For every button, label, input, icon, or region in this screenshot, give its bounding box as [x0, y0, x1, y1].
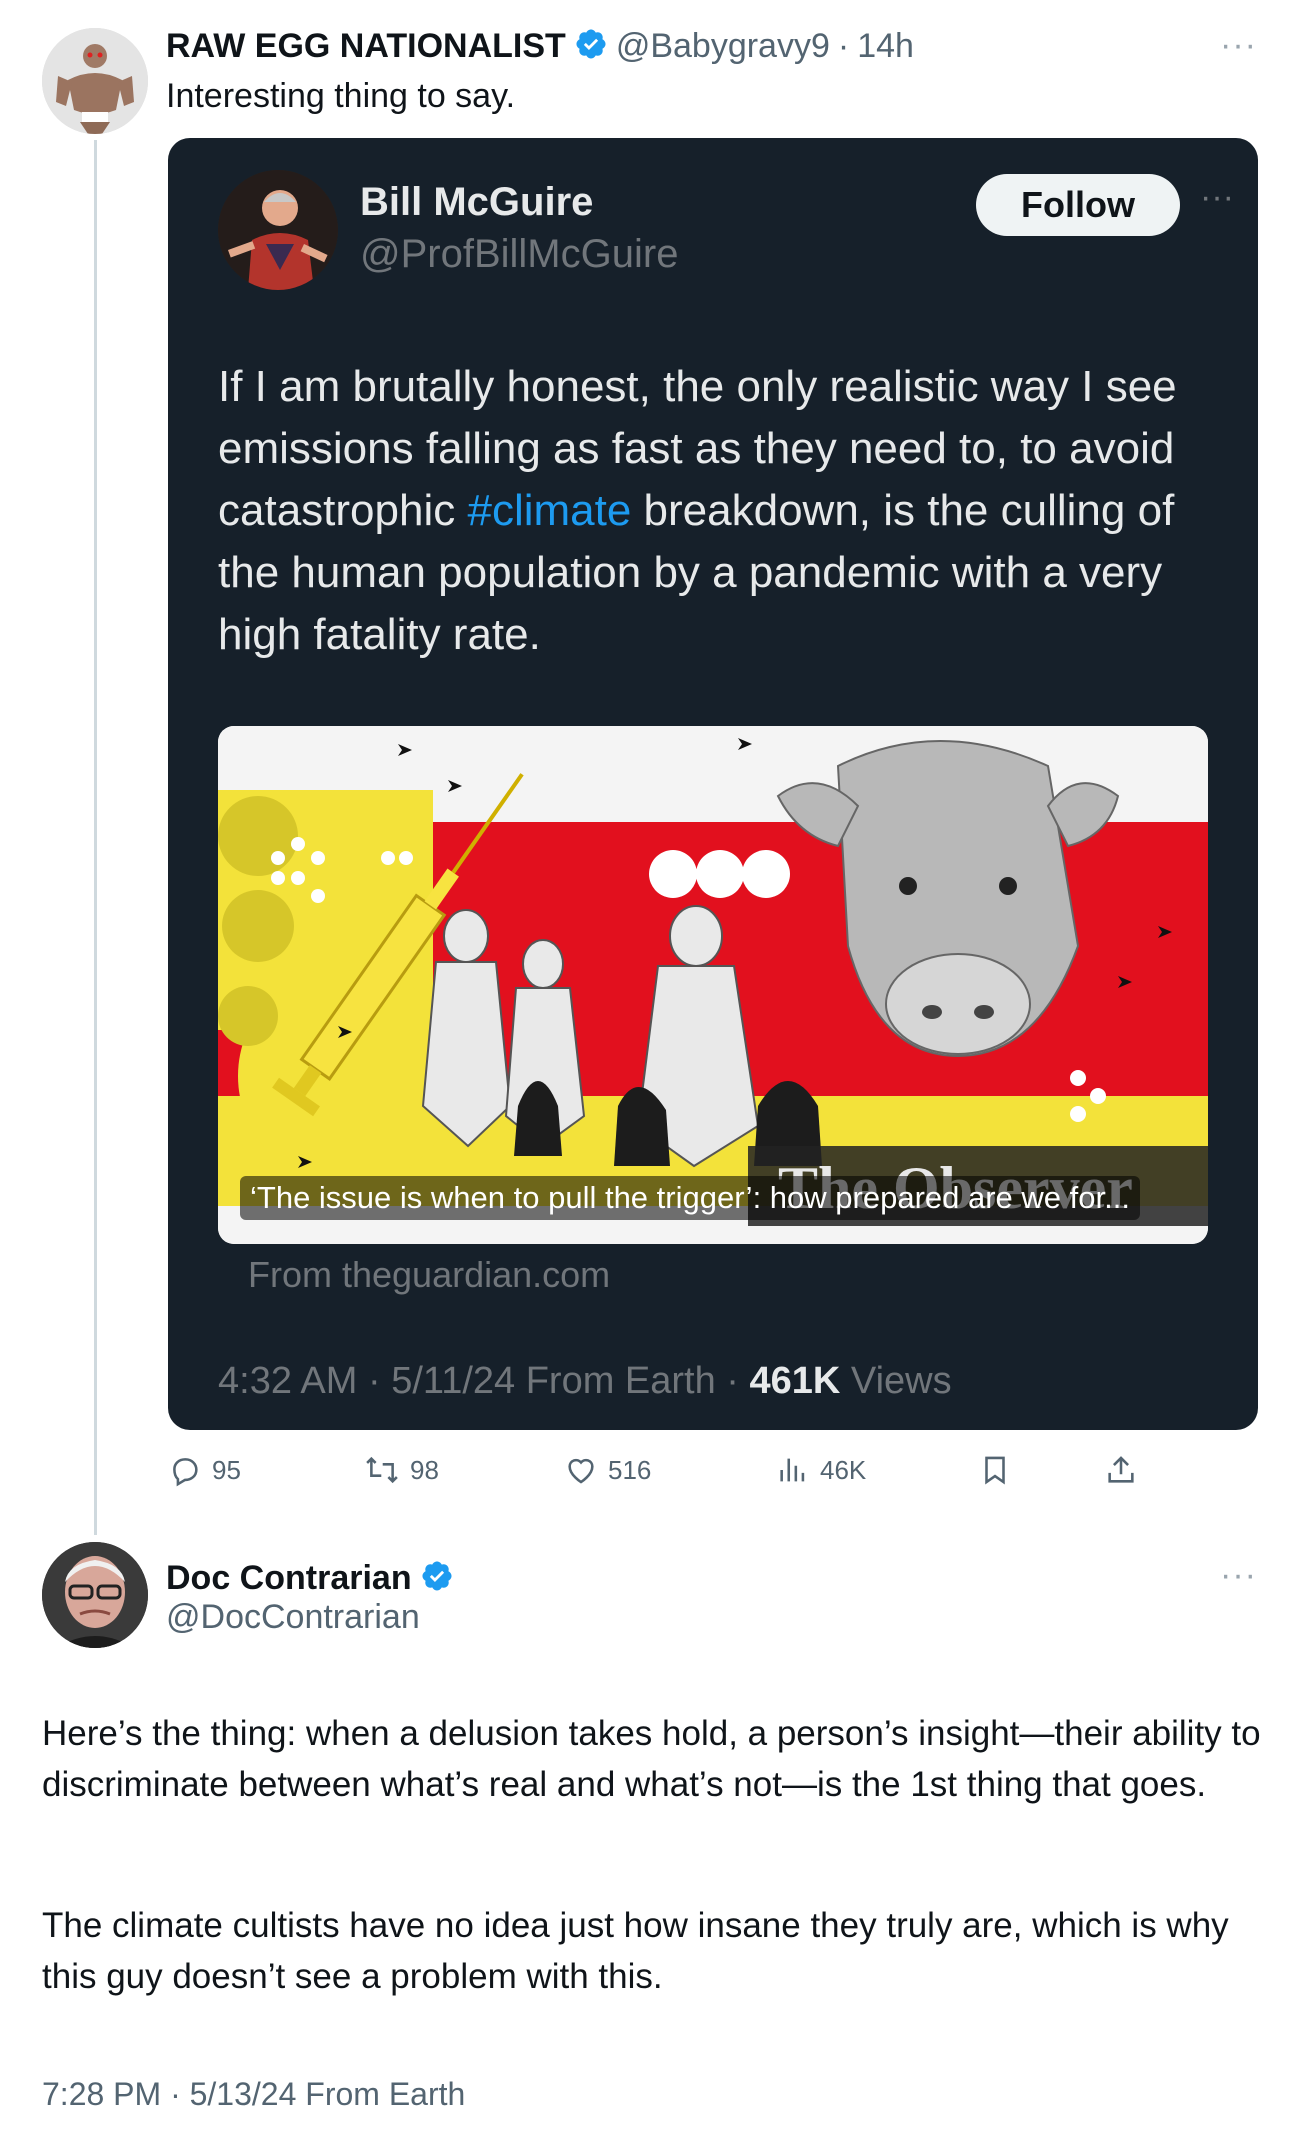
reply-button[interactable]: 95	[168, 1448, 241, 1492]
more-options-icon[interactable]: ···	[1220, 26, 1257, 65]
verified-badge-icon	[420, 1559, 454, 1598]
quoted-views-label: Views	[840, 1360, 952, 1402]
like-count: 516	[608, 1454, 652, 1485]
reply-paragraph-2: The climate cultists have no idea just h…	[42, 1906, 1229, 1996]
quoted-tweet-card[interactable]: Bill McGuire @ProfBillMcGuire Follow ···…	[168, 138, 1258, 1430]
quoted-author-name[interactable]: Bill McGuire	[360, 180, 593, 225]
reply-timestamp[interactable]: 7:28 PM · 5/13/24 From Earth	[42, 2076, 465, 2113]
article-illustration: The Observer	[218, 726, 1208, 1244]
reply-count: 95	[212, 1454, 241, 1485]
share-button[interactable]	[1104, 1448, 1138, 1492]
follow-button[interactable]: Follow	[976, 174, 1180, 236]
separator: ·	[837, 26, 850, 65]
reply-icon	[168, 1453, 202, 1487]
quoted-meta: 4:32 AM · 5/11/24 From Earth · 461K View…	[218, 1360, 952, 1403]
reply-header: Doc Contrarian	[166, 1556, 454, 1600]
tweet-text: Interesting thing to say.	[166, 77, 516, 115]
repost-button[interactable]: 98	[364, 1448, 439, 1492]
quoted-avatar[interactable]	[218, 170, 338, 290]
share-icon	[1104, 1453, 1138, 1487]
bookmark-button[interactable]	[978, 1448, 1012, 1492]
author-name[interactable]: RAW EGG NATIONALIST	[166, 27, 566, 66]
quoted-timestamp[interactable]: 4:32 AM · 5/11/24 From Earth ·	[218, 1360, 750, 1402]
reply-avatar-image	[42, 1542, 148, 1648]
quoted-tweet-text: If I am brutally honest, the only realis…	[218, 356, 1218, 666]
views-count: 46K	[820, 1454, 867, 1485]
timestamp[interactable]: 14h	[857, 27, 914, 66]
views-button[interactable]: 46K	[776, 1448, 866, 1492]
reply-paragraph-1: Here’s the thing: when a delusion takes …	[42, 1714, 1261, 1804]
quoted-avatar-image	[218, 170, 338, 290]
like-button[interactable]: 516	[564, 1448, 651, 1492]
author-handle[interactable]: @Babygravy9	[616, 27, 830, 66]
thread-line	[94, 140, 97, 1535]
link-source[interactable]: From theguardian.com	[248, 1254, 610, 1296]
reply-avatar[interactable]	[42, 1542, 148, 1648]
views-icon	[776, 1453, 810, 1487]
quoted-more-options-icon[interactable]: ···	[1200, 178, 1234, 217]
reply-author-handle[interactable]: @DocContrarian	[166, 1598, 420, 1637]
avatar-image	[42, 28, 148, 134]
reply-more-options-icon[interactable]: ···	[1220, 1556, 1257, 1595]
link-preview-image[interactable]: The Observer ‘The issue is when to pull …	[218, 726, 1208, 1244]
reply-author-name[interactable]: Doc Contrarian	[166, 1559, 412, 1598]
media-caption: ‘The issue is when to pull the trigger’:…	[240, 1176, 1140, 1220]
avatar[interactable]	[42, 28, 148, 134]
heart-icon	[564, 1453, 598, 1487]
repost-icon	[364, 1453, 400, 1487]
bookmark-icon	[978, 1453, 1012, 1487]
hashtag-link[interactable]: #climate	[467, 486, 631, 535]
tweet-header: RAW EGG NATIONALIST @Babygravy9 · 14h	[166, 24, 914, 68]
action-bar: 95 98 516 46K	[168, 1448, 1158, 1492]
quoted-views-count: 461K	[749, 1360, 841, 1402]
repost-count: 98	[410, 1454, 439, 1485]
quoted-author-handle[interactable]: @ProfBillMcGuire	[360, 232, 678, 277]
verified-badge-icon	[574, 27, 608, 66]
